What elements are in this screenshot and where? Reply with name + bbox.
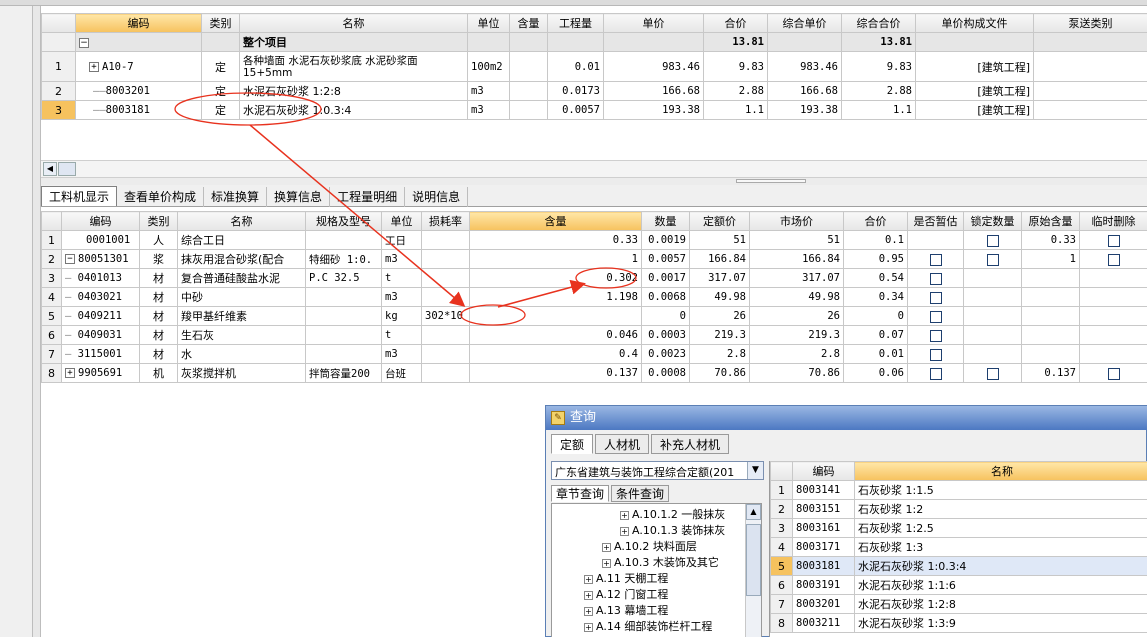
tab-condition-query[interactable]: 条件查询	[611, 485, 670, 502]
table-row[interactable]: 3 8003161 石灰砂浆 1:2.5	[770, 518, 1147, 538]
annotation-ellipse	[460, 304, 526, 326]
query-dialog: 查询 ✎ 定额 人材机 补充人材机 广东省建筑与装饰工程综合定额(201 ▼ 章节查…	[545, 405, 1147, 637]
cell-name: 水泥石灰砂浆 1:3:9	[854, 613, 1147, 633]
chevron-down-icon[interactable]: ▼	[747, 462, 763, 479]
table-row[interactable]: 7 8003201 水泥石灰砂浆 1:2:8	[770, 594, 1147, 614]
tree-item-label: A.10.1.3 装饰抹灰	[632, 524, 726, 537]
table-row[interactable]: 2 8003151 石灰砂浆 1:2	[770, 499, 1147, 519]
tree-item[interactable]: + A.10.1.3 装饰抹灰	[552, 523, 761, 539]
search-icon: ✎	[551, 411, 565, 425]
table-row[interactable]: 6 8003191 水泥石灰砂浆 1:1:6	[770, 575, 1147, 595]
cell-name: 水泥石灰砂浆 1:2:8	[854, 594, 1147, 614]
dialog-title[interactable]: 查询	[546, 406, 1147, 430]
cell-name: 水泥石灰砂浆 1:1:6	[854, 575, 1147, 595]
table-row-selected[interactable]: 5 8003181 水泥石灰砂浆 1:0.3:4	[770, 556, 1147, 576]
tab-supplement[interactable]: 补充人材机	[651, 434, 730, 454]
cell-code: 8003181	[792, 556, 855, 576]
cell-code: 8003201	[792, 594, 855, 614]
tree-item-label: A.10.2 块料面层	[614, 540, 697, 553]
row-number: 3	[770, 518, 793, 538]
cell-code: 8003171	[792, 537, 855, 557]
tree-item[interactable]: + A.12 门窗工程	[552, 587, 761, 603]
cell-name: 水泥石灰砂浆 1:0.3:4	[854, 556, 1147, 576]
tree-item-label: A.14 细部装饰栏杆工程	[596, 620, 713, 633]
chapter-tree: + A.10.1.2 一般抹灰 + A.10.1.3 装饰抹灰 + A.10.2 块料面层…	[551, 503, 762, 637]
table-row[interactable]: 1 8003141 石灰砂浆 1:1.5	[770, 480, 1147, 500]
query-mode-tabs: 章节查询 条件查询	[551, 485, 764, 503]
tree-item[interactable]: + A.10.1.2 一般抹灰	[552, 507, 761, 523]
tree-item[interactable]: + A.11 天棚工程	[552, 571, 761, 587]
table-row[interactable]: 4 8003171 石灰砂浆 1:3	[770, 537, 1147, 557]
tree-item-label: A.13 幕墙工程	[596, 604, 669, 617]
tab-chapter-query[interactable]: 章节查询	[551, 485, 610, 502]
tree-item-label: A.10.3 木装饰及其它	[614, 556, 719, 569]
scroll-up-icon[interactable]: ▲	[746, 504, 761, 520]
cell-code: 8003151	[792, 499, 855, 519]
column-header[interactable]: 编码	[792, 461, 855, 481]
cell-name: 石灰砂浆 1:3	[854, 537, 1147, 557]
cell-code: 8003191	[792, 575, 855, 595]
cell-name: 石灰砂浆 1:1.5	[854, 480, 1147, 500]
expand-icon[interactable]: +	[602, 558, 611, 568]
row-number: 2	[770, 499, 793, 519]
tab-quota[interactable]: 定额	[551, 434, 594, 454]
cell-name: 石灰砂浆 1:2.5	[854, 518, 1147, 538]
result-grid: 编码 名称 1 8003141 石灰砂浆 1:1.5 2 8003151 石灰砂浆 1:2…	[769, 461, 1147, 637]
expand-icon[interactable]: +	[602, 542, 611, 552]
vertical-scrollbar[interactable]: ▲	[745, 504, 761, 637]
dialog-tabs: 定额 人材机 补充人材机	[551, 434, 1147, 456]
tab-labor-material[interactable]: 人材机	[595, 434, 650, 454]
expand-icon[interactable]: +	[620, 510, 629, 520]
tree-item-label: A.12 门窗工程	[596, 588, 669, 601]
scroll-thumb[interactable]	[746, 524, 761, 596]
expand-icon[interactable]: +	[620, 526, 629, 536]
annotation-ellipse	[575, 267, 637, 289]
tree-item[interactable]: + A.14 细部装饰栏杆工程	[552, 619, 761, 635]
cell-code: 8003141	[792, 480, 855, 500]
expand-icon[interactable]: +	[584, 590, 593, 600]
table-row[interactable]: 8 8003211 水泥石灰砂浆 1:3:9	[770, 613, 1147, 633]
cell-code: 8003161	[792, 518, 855, 538]
annotation-ellipse	[174, 92, 322, 126]
column-header[interactable]: 名称	[854, 461, 1147, 481]
tree-item-label: A.10.1.2 一般抹灰	[632, 508, 726, 521]
tree-item[interactable]: + A.13 幕墙工程	[552, 603, 761, 619]
expand-icon[interactable]: +	[584, 574, 593, 584]
annotation-arrow	[497, 279, 586, 308]
row-number: 5	[770, 556, 793, 576]
cell-name: 石灰砂浆 1:2	[854, 499, 1147, 519]
row-number: 4	[770, 537, 793, 557]
tree-item[interactable]: + A.10.2 块料面层	[552, 539, 761, 555]
row-number: 6	[770, 575, 793, 595]
row-number: 1	[770, 480, 793, 500]
expand-icon[interactable]: +	[584, 606, 593, 616]
tree-item-label: A.11 天棚工程	[596, 572, 669, 585]
row-number: 7	[770, 594, 793, 614]
tree-item[interactable]: + A.10.3 木装饰及其它	[552, 555, 761, 571]
cell-code: 8003211	[792, 613, 855, 633]
row-number: 8	[770, 613, 793, 633]
expand-icon[interactable]: +	[584, 622, 593, 632]
annotation-arrow	[249, 124, 466, 307]
library-select[interactable]: 广东省建筑与装饰工程综合定额(201 ▼	[551, 461, 764, 480]
